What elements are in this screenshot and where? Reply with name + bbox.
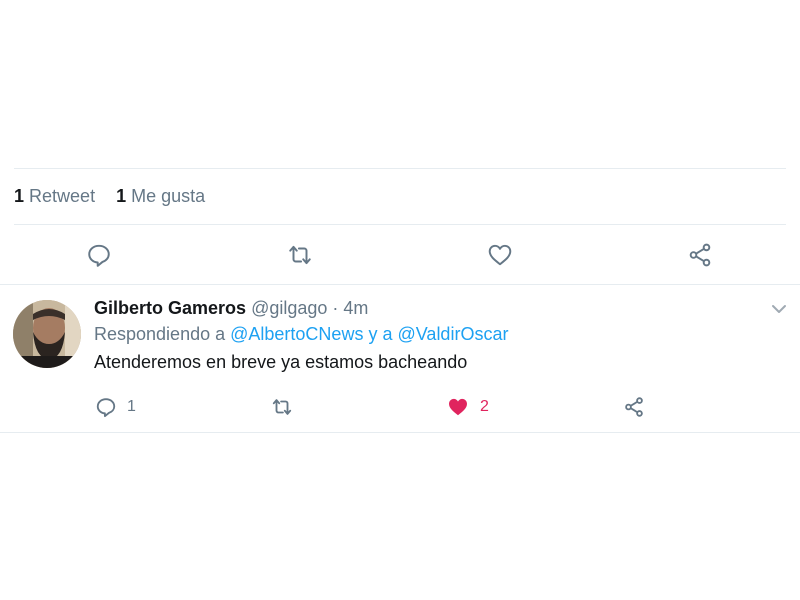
tweet-detail-page: 1 Retweet 1 Me gusta Gilberto Gameros @g… <box>0 0 800 600</box>
replying-prefix: Respondiendo a <box>94 324 226 344</box>
tweet-text: Atenderemos en breve ya estamos bacheand… <box>94 352 468 372</box>
mention-link-2[interactable]: @ValdirOscar <box>397 324 508 344</box>
retweet-button[interactable] <box>286 242 314 268</box>
mention-conjunction[interactable]: y a <box>368 324 392 344</box>
like-button[interactable] <box>487 242 513 268</box>
reply-button[interactable] <box>86 242 112 268</box>
timestamp[interactable]: 4m <box>343 298 368 318</box>
retweet-icon <box>289 245 311 265</box>
divider-stats <box>14 224 786 225</box>
like-stat[interactable]: 1 Me gusta <box>116 186 205 206</box>
retweet-stat[interactable]: 1 Retweet <box>14 186 95 206</box>
share-button[interactable] <box>687 242 713 268</box>
reply-reply-button[interactable]: 1 <box>95 396 136 418</box>
tweet-stats: 1 Retweet 1 Me gusta <box>14 186 221 207</box>
chevron-down-icon <box>772 305 786 313</box>
share-icon <box>625 397 643 417</box>
like-stat-label: Me gusta <box>131 186 206 206</box>
time-separator: · <box>332 298 339 318</box>
replying-to: Respondiendo a @AlbertoCNews y a @Valdir… <box>94 324 508 345</box>
reply-retweet-button[interactable] <box>270 396 294 418</box>
retweet-count: 1 <box>14 186 25 206</box>
display-name[interactable]: Gilberto Gameros <box>94 298 246 318</box>
reply-icon <box>88 244 110 267</box>
like-count: 1 <box>116 186 127 206</box>
avatar-image <box>13 300 81 368</box>
reply-icon <box>96 398 116 418</box>
heart-icon <box>488 244 512 266</box>
user-handle[interactable]: @gilgago <box>251 298 327 318</box>
avatar[interactable] <box>13 300 81 368</box>
reply-count: 1 <box>127 398 136 415</box>
divider-top <box>14 168 786 169</box>
retweet-icon <box>272 399 292 415</box>
divider-bottom <box>0 432 800 433</box>
like-count-reply: 2 <box>480 398 489 415</box>
share-icon <box>689 243 711 267</box>
reply-like-button[interactable]: 2 <box>446 396 489 418</box>
mention-link-1[interactable]: @AlbertoCNews <box>230 324 363 344</box>
divider-actions <box>0 284 800 285</box>
heart-filled-icon <box>449 398 467 416</box>
tweet-menu-button[interactable] <box>770 302 788 321</box>
retweet-stat-label: Retweet <box>29 186 96 206</box>
reply-share-button[interactable] <box>623 396 645 418</box>
reply-header: Gilberto Gameros @gilgago · 4m <box>94 298 368 319</box>
